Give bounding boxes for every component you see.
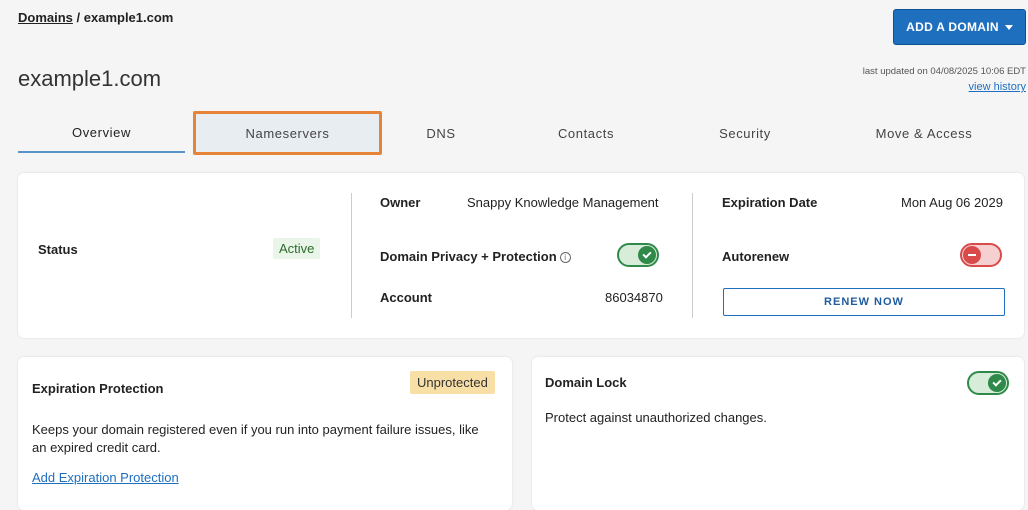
minus-icon <box>968 254 976 256</box>
last-updated-text: last updated on 04/08/2025 10:06 EDT <box>862 66 1026 77</box>
breadcrumb-domains-link[interactable]: Domains <box>18 10 73 25</box>
tab-dns[interactable]: DNS <box>391 114 491 152</box>
add-expiration-protection-link[interactable]: Add Expiration Protection <box>32 470 179 485</box>
domain-lock-toggle[interactable] <box>967 371 1009 395</box>
expiration-protection-title: Expiration Protection <box>32 381 164 396</box>
summary-divider-left <box>351 193 352 318</box>
description-line-1: Keeps your domain registered even if you… <box>32 422 479 437</box>
domain-summary-card: Status Active Owner Snappy Knowledge Man… <box>18 173 1024 338</box>
autorenew-toggle[interactable] <box>960 243 1002 267</box>
expiration-date-label: Expiration Date <box>722 195 818 210</box>
breadcrumb-separator: / <box>72 10 84 25</box>
tab-security[interactable]: Security <box>685 114 805 152</box>
tab-overview[interactable]: Overview <box>18 114 185 153</box>
breadcrumb: Domains / example1.com <box>18 10 173 25</box>
toggle-knob <box>638 246 656 264</box>
breadcrumb-current: example1.com <box>83 10 174 25</box>
tab-contacts[interactable]: Contacts <box>526 114 646 152</box>
expiration-protection-card: Expiration Protection Unprotected Keeps … <box>18 357 512 510</box>
expiration-date-value: Mon Aug 06 2029 <box>901 195 1003 210</box>
tab-move-access[interactable]: Move & Access <box>844 114 1004 152</box>
unprotected-badge: Unprotected <box>410 371 495 394</box>
privacy-label: Domain Privacy + Protection i <box>380 249 571 264</box>
tab-nameservers[interactable]: Nameservers <box>193 111 382 155</box>
toggle-knob <box>988 374 1006 392</box>
renew-now-button[interactable]: RENEW NOW <box>723 288 1005 316</box>
expiration-protection-description: Keeps your domain registered even if you… <box>32 421 502 457</box>
toggle-knob <box>963 246 981 264</box>
info-icon[interactable]: i <box>559 252 571 263</box>
domain-lock-description: Protect against unauthorized changes. <box>545 410 767 425</box>
autorenew-label: Autorenew <box>722 249 790 264</box>
view-history-link[interactable]: view history <box>969 81 1026 93</box>
owner-label: Owner <box>380 195 421 210</box>
tab-bar: Overview Nameservers DNS Contacts Securi… <box>18 111 1008 155</box>
status-label: Status <box>38 242 78 257</box>
add-domain-label: ADD A DOMAIN <box>906 20 999 34</box>
owner-value: Snappy Knowledge Management <box>467 195 659 210</box>
privacy-toggle[interactable] <box>617 243 659 267</box>
domain-lock-title: Domain Lock <box>545 375 627 390</box>
domain-lock-card: Domain Lock Protect against unauthorized… <box>532 357 1024 510</box>
check-icon <box>992 376 1002 387</box>
page-title: example1.com <box>18 66 162 91</box>
summary-divider-right <box>692 193 693 318</box>
description-line-2: an expired credit card. <box>32 440 161 455</box>
status-badge: Active <box>273 238 321 259</box>
account-label: Account <box>380 290 432 305</box>
privacy-label-text: Domain Privacy + Protection <box>380 249 557 264</box>
add-domain-button[interactable]: ADD A DOMAIN <box>893 9 1026 45</box>
check-icon <box>642 248 652 259</box>
caret-down-icon <box>1004 24 1013 30</box>
account-value: 86034870 <box>605 290 663 305</box>
